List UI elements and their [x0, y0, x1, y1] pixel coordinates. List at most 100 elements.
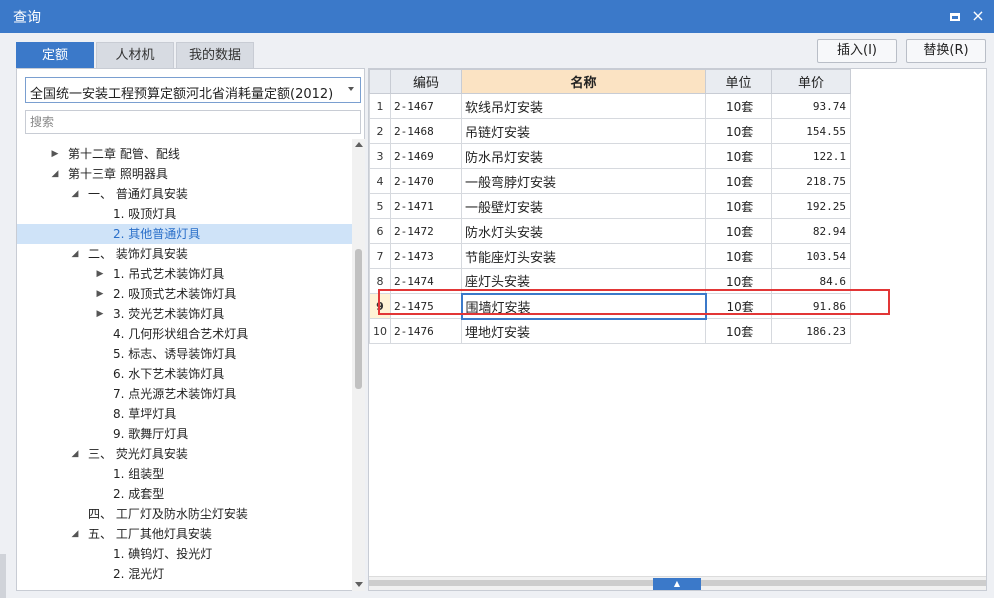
tree-item[interactable]: ▶ 3. 荧光艺术装饰灯具: [17, 304, 352, 324]
tree-item[interactable]: 1. 碘钨灯、投光灯: [17, 544, 352, 564]
cell-code[interactable]: 2-1474: [390, 268, 462, 294]
tree-item[interactable]: 4. 几何形状组合艺术灯具: [17, 324, 352, 344]
cell-unit[interactable]: 10套: [705, 118, 772, 144]
cell-name[interactable]: 防水吊灯安装: [461, 143, 706, 169]
cell-unit[interactable]: 10套: [705, 243, 772, 269]
cell-name[interactable]: 防水灯头安装: [461, 218, 706, 244]
tree-item[interactable]: 8. 草坪灯具: [17, 404, 352, 424]
table-row[interactable]: 7 2-1473 节能座灯头安装 10套 103.54: [369, 243, 851, 269]
cell-name[interactable]: 节能座灯头安装: [461, 243, 706, 269]
cell-code[interactable]: 2-1475: [390, 293, 462, 319]
cell-code[interactable]: 2-1471: [390, 193, 462, 219]
cell-name[interactable]: 埋地灯安装: [461, 318, 706, 344]
library-select[interactable]: 全国统一安装工程预算定额河北省消耗量定额(2012): [25, 77, 361, 103]
tree-item[interactable]: 2. 其他普通灯具: [17, 224, 352, 244]
cell-name[interactable]: 座灯头安装: [461, 268, 706, 294]
tree-item[interactable]: ◢ 五、 工厂其他灯具安装: [17, 524, 352, 544]
collapse-arrow-icon[interactable]: ◢: [70, 444, 80, 464]
cell-price[interactable]: 186.23: [771, 318, 851, 344]
tree-item[interactable]: 四、 工厂灯及防水防尘灯安装: [17, 504, 352, 524]
tree-item[interactable]: 5. 标志、诱导装饰灯具: [17, 344, 352, 364]
cell-unit[interactable]: 10套: [705, 193, 772, 219]
cell-unit[interactable]: 10套: [705, 218, 772, 244]
cell-price[interactable]: 192.25: [771, 193, 851, 219]
cell-code[interactable]: 2-1468: [390, 118, 462, 144]
table-row[interactable]: 10 2-1476 埋地灯安装 10套 186.23: [369, 318, 851, 344]
cell-price[interactable]: 154.55: [771, 118, 851, 144]
scroll-thumb[interactable]: [355, 249, 362, 389]
header-name[interactable]: 名称: [461, 69, 706, 94]
cell-index[interactable]: 5: [369, 193, 391, 219]
tree-item[interactable]: ◢ 一、 普通灯具安装: [17, 184, 352, 204]
table-row[interactable]: 5 2-1471 一般壁灯安装 10套 192.25: [369, 193, 851, 219]
cell-name[interactable]: 一般壁灯安装: [461, 193, 706, 219]
cell-name[interactable]: 一般弯脖灯安装: [461, 168, 706, 194]
cell-index[interactable]: 1: [369, 93, 391, 119]
tree-item[interactable]: ◢ 三、 荧光灯具安装: [17, 444, 352, 464]
cell-unit[interactable]: 10套: [705, 293, 772, 319]
tab-my-data[interactable]: 我的数据: [176, 42, 254, 68]
cell-index[interactable]: 6: [369, 218, 391, 244]
cell-unit[interactable]: 10套: [705, 93, 772, 119]
tab-quota[interactable]: 定额: [16, 42, 94, 68]
cell-price[interactable]: 93.74: [771, 93, 851, 119]
table-row[interactable]: 6 2-1472 防水灯头安装 10套 82.94: [369, 218, 851, 244]
header-unit[interactable]: 单位: [705, 69, 772, 94]
expand-arrow-icon[interactable]: ▶: [95, 304, 105, 324]
cell-name[interactable]: 软线吊灯安装: [461, 93, 706, 119]
cell-index[interactable]: 8: [369, 268, 391, 294]
cell-index[interactable]: 4: [369, 168, 391, 194]
replace-button[interactable]: 替换(R): [906, 39, 986, 63]
cell-unit[interactable]: 10套: [705, 268, 772, 294]
tree-scrollbar[interactable]: [352, 139, 365, 591]
cell-unit[interactable]: 10套: [705, 143, 772, 169]
collapse-arrow-icon[interactable]: ◢: [70, 524, 80, 544]
expand-arrow-icon[interactable]: ▶: [95, 284, 105, 304]
header-code[interactable]: 编码: [390, 69, 462, 94]
cell-code[interactable]: 2-1469: [390, 143, 462, 169]
tree-item[interactable]: 7. 点光源艺术装饰灯具: [17, 384, 352, 404]
tree-item[interactable]: 2. 成套型: [17, 484, 352, 504]
tree-item[interactable]: ▶ 1. 吊式艺术装饰灯具: [17, 264, 352, 284]
cell-index[interactable]: 9: [369, 293, 391, 319]
cell-price[interactable]: 84.6: [771, 268, 851, 294]
cell-code[interactable]: 2-1470: [390, 168, 462, 194]
table-row[interactable]: 1 2-1467 软线吊灯安装 10套 93.74: [369, 93, 851, 119]
scroll-up-icon[interactable]: [355, 142, 363, 147]
cell-unit[interactable]: 10套: [705, 318, 772, 344]
cell-price[interactable]: 91.86: [771, 293, 851, 319]
header-price[interactable]: 单价: [771, 69, 851, 94]
scroll-down-icon[interactable]: [355, 582, 363, 587]
tree-item[interactable]: 1. 吸顶灯具: [17, 204, 352, 224]
tree-item[interactable]: ▶ 2. 吸顶式艺术装饰灯具: [17, 284, 352, 304]
table-row[interactable]: 2 2-1468 吊链灯安装 10套 154.55: [369, 118, 851, 144]
tree-item[interactable]: 1. 组装型: [17, 464, 352, 484]
tree-item[interactable]: ◢ 二、 装饰灯具安装: [17, 244, 352, 264]
cell-price[interactable]: 103.54: [771, 243, 851, 269]
cell-price[interactable]: 82.94: [771, 218, 851, 244]
tree-item[interactable]: 2. 混光灯: [17, 564, 352, 584]
cell-code[interactable]: 2-1473: [390, 243, 462, 269]
table-row[interactable]: 3 2-1469 防水吊灯安装 10套 122.1: [369, 143, 851, 169]
maximize-button[interactable]: [945, 6, 965, 26]
collapse-arrow-icon[interactable]: ◢: [70, 244, 80, 264]
cell-price[interactable]: 218.75: [771, 168, 851, 194]
table-row[interactable]: 8 2-1474 座灯头安装 10套 84.6: [369, 268, 851, 294]
expand-arrow-icon[interactable]: ▶: [95, 264, 105, 284]
expand-arrow-icon[interactable]: ▶: [50, 144, 60, 164]
tree-item[interactable]: ◢ 第十三章 照明器具: [17, 164, 352, 184]
cell-index[interactable]: 7: [369, 243, 391, 269]
cell-code[interactable]: 2-1472: [390, 218, 462, 244]
close-button[interactable]: ×: [968, 6, 988, 26]
cell-index[interactable]: 2: [369, 118, 391, 144]
search-input[interactable]: [25, 110, 361, 134]
tree-item[interactable]: ▶ 第十二章 配管、配线: [17, 144, 352, 164]
cell-index[interactable]: 3: [369, 143, 391, 169]
table-row[interactable]: 9 2-1475 围墙灯安装 10套 91.86: [369, 292, 851, 320]
collapse-arrow-icon[interactable]: ◢: [70, 184, 80, 204]
cell-index[interactable]: 10: [369, 318, 391, 344]
tree-item[interactable]: 6. 水下艺术装饰灯具: [17, 364, 352, 384]
cell-price[interactable]: 122.1: [771, 143, 851, 169]
tree-item[interactable]: 9. 歌舞厅灯具: [17, 424, 352, 444]
cell-code[interactable]: 2-1467: [390, 93, 462, 119]
